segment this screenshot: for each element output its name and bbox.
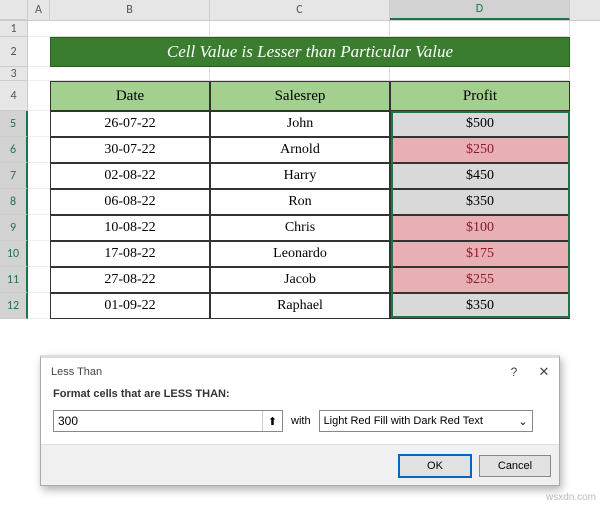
table-cell-profit[interactable]: $350: [390, 189, 570, 215]
table-cell-salesrep[interactable]: John: [210, 111, 390, 137]
row-header-6[interactable]: 6: [0, 137, 28, 163]
table-cell-profit[interactable]: $250: [390, 137, 570, 163]
row-header-1[interactable]: 1: [0, 21, 28, 37]
help-icon[interactable]: ?: [507, 365, 521, 379]
row-header-5[interactable]: 5: [0, 111, 28, 137]
with-label: with: [291, 415, 311, 427]
table-cell-profit[interactable]: $450: [390, 163, 570, 189]
collapse-dialog-icon[interactable]: ⬆: [262, 411, 282, 431]
row-header-11[interactable]: 11: [0, 267, 28, 293]
row-header-9[interactable]: 9: [0, 215, 28, 241]
table-cell-profit[interactable]: $500: [390, 111, 570, 137]
close-icon[interactable]: ✕: [537, 364, 551, 380]
table-header-date[interactable]: Date: [50, 81, 210, 111]
table-cell-profit[interactable]: $175: [390, 241, 570, 267]
table-cell-date[interactable]: 06-08-22: [50, 189, 210, 215]
table-cell-date[interactable]: 17-08-22: [50, 241, 210, 267]
table-cell-salesrep[interactable]: Ron: [210, 189, 390, 215]
col-header-D[interactable]: D: [390, 0, 570, 20]
table-cell-salesrep[interactable]: Leonardo: [210, 241, 390, 267]
table-cell-date[interactable]: 01-09-22: [50, 293, 210, 319]
format-dropdown-value: Light Red Fill with Dark Red Text: [324, 415, 483, 427]
watermark: wsxdn.com: [546, 492, 596, 503]
table-cell-date[interactable]: 02-08-22: [50, 163, 210, 189]
ok-button[interactable]: OK: [399, 455, 471, 477]
format-dropdown[interactable]: Light Red Fill with Dark Red Text ⌄: [319, 410, 533, 432]
row-header-4[interactable]: 4: [0, 81, 28, 111]
table-cell-salesrep[interactable]: Harry: [210, 163, 390, 189]
select-all-corner[interactable]: [0, 0, 28, 20]
table-cell-profit[interactable]: $350: [390, 293, 570, 319]
threshold-input[interactable]: [54, 412, 262, 430]
table-cell-salesrep[interactable]: Arnold: [210, 137, 390, 163]
table-cell-salesrep[interactable]: Jacob: [210, 267, 390, 293]
table-cell-date[interactable]: 10-08-22: [50, 215, 210, 241]
less-than-dialog: Less Than ? ✕ Format cells that are LESS…: [40, 355, 560, 486]
table-cell-profit[interactable]: $255: [390, 267, 570, 293]
table-cell-salesrep[interactable]: Raphael: [210, 293, 390, 319]
chevron-down-icon: ⌄: [518, 415, 527, 428]
table-cell-salesrep[interactable]: Chris: [210, 215, 390, 241]
row-header-12[interactable]: 12: [0, 293, 28, 319]
row-header-10[interactable]: 10: [0, 241, 28, 267]
table-header-profit[interactable]: Profit: [390, 81, 570, 111]
col-header-A[interactable]: A: [28, 0, 50, 20]
row-header-3[interactable]: 3: [0, 67, 28, 81]
table-cell-profit[interactable]: $100: [390, 215, 570, 241]
table-header-salesrep[interactable]: Salesrep: [210, 81, 390, 111]
col-header-B[interactable]: B: [50, 0, 210, 20]
value-input-wrap[interactable]: ⬆: [53, 410, 283, 432]
row-header-8[interactable]: 8: [0, 189, 28, 215]
row-header-2[interactable]: 2: [0, 37, 28, 67]
table-cell-date[interactable]: 27-08-22: [50, 267, 210, 293]
dialog-label: Format cells that are LESS THAN:: [53, 388, 547, 400]
table-cell-date[interactable]: 30-07-22: [50, 137, 210, 163]
cancel-button[interactable]: Cancel: [479, 455, 551, 477]
page-title[interactable]: Cell Value is Lesser than Particular Val…: [50, 37, 570, 67]
col-header-C[interactable]: C: [210, 0, 390, 20]
row-header-7[interactable]: 7: [0, 163, 28, 189]
dialog-title: Less Than: [51, 366, 102, 378]
table-cell-date[interactable]: 26-07-22: [50, 111, 210, 137]
